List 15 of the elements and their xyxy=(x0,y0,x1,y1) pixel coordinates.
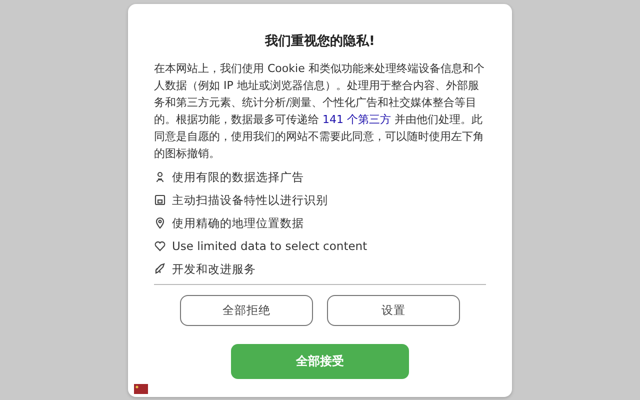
dialog-title: 我们重视您的隐私! xyxy=(264,32,376,50)
purpose-label: 主动扫描设备特性以进行识别 xyxy=(172,192,328,208)
purpose-label: 使用精确的地理位置数据 xyxy=(172,216,304,230)
purpose-label: 使用有限的数据选择广告 xyxy=(172,170,304,184)
location-pin-icon xyxy=(154,217,166,229)
consent-text: 在本网站上，我们使用 Cookie 和类似功能来处理终端设备信息和个人数据（例如 IP 地址或浏览器信息）。处理用于整合内容、外部服务和第三方元素、统计分析/测量、个性化广告和社交媒体整合等目的。根据功能，数据最多可传递给 141 个第三方 并由他们处理。此同意是自愿的，使用我们的网站不需要此同意，可以随时使用左下角的图标撤销。 xyxy=(154,61,486,162)
purpose-label: Use limited data to select content xyxy=(172,239,368,253)
reject-all-button[interactable]: 全部拒绝 xyxy=(180,295,313,326)
third-party-link[interactable]: 141 个第三方 xyxy=(322,113,391,126)
purpose-label: 开发和改进服务 xyxy=(172,262,256,276)
heart-icon xyxy=(154,240,166,252)
flag-icon[interactable] xyxy=(134,384,148,394)
settings-button[interactable]: 设置 xyxy=(327,295,460,326)
person-icon xyxy=(154,171,166,183)
device-icon xyxy=(154,194,166,206)
